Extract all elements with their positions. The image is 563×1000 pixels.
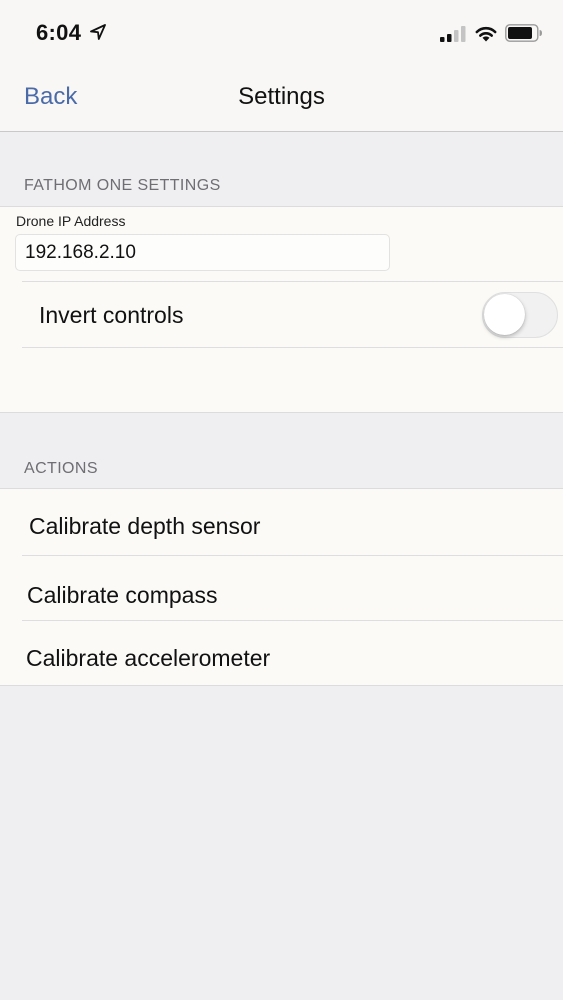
status-bar: 6:04: [0, 0, 563, 66]
action-label: Calibrate compass: [27, 582, 218, 608]
invert-controls-toggle[interactable]: [482, 292, 558, 338]
drone-ip-address-input[interactable]: [15, 234, 390, 271]
calibrate-depth-sensor-button[interactable]: Calibrate depth sensor: [0, 489, 563, 555]
section-header-actions: ACTIONS: [24, 460, 98, 477]
toggle-knob: [484, 294, 525, 335]
calibrate-accelerometer-button[interactable]: Calibrate accelerometer: [0, 621, 563, 685]
row-divider: [22, 281, 563, 282]
location-arrow-icon: [90, 24, 106, 40]
cellular-signal-icon: [440, 26, 466, 42]
section-header-fathom-one-settings: FATHOM ONE SETTINGS: [24, 177, 221, 194]
battery-icon: [505, 24, 542, 42]
navigation-bar: Back Settings: [0, 66, 563, 132]
action-label: Calibrate depth sensor: [29, 513, 261, 539]
calibrate-compass-button[interactable]: Calibrate compass: [0, 556, 563, 620]
drone-ip-address-label: Drone IP Address: [16, 213, 126, 229]
settings-screen: 6:04 Back Settings FATHOM ONE SETTINGS D…: [0, 0, 563, 1000]
page-title: Settings: [238, 83, 325, 110]
action-label: Calibrate accelerometer: [26, 645, 271, 671]
settings-group: Drone IP Address Invert controls: [0, 206, 563, 413]
status-time: 6:04: [36, 20, 82, 45]
row-divider: [22, 347, 563, 348]
invert-controls-label: Invert controls: [39, 302, 184, 328]
actions-group: Calibrate depth sensor Calibrate compass…: [0, 488, 563, 686]
wifi-icon: [475, 26, 497, 42]
